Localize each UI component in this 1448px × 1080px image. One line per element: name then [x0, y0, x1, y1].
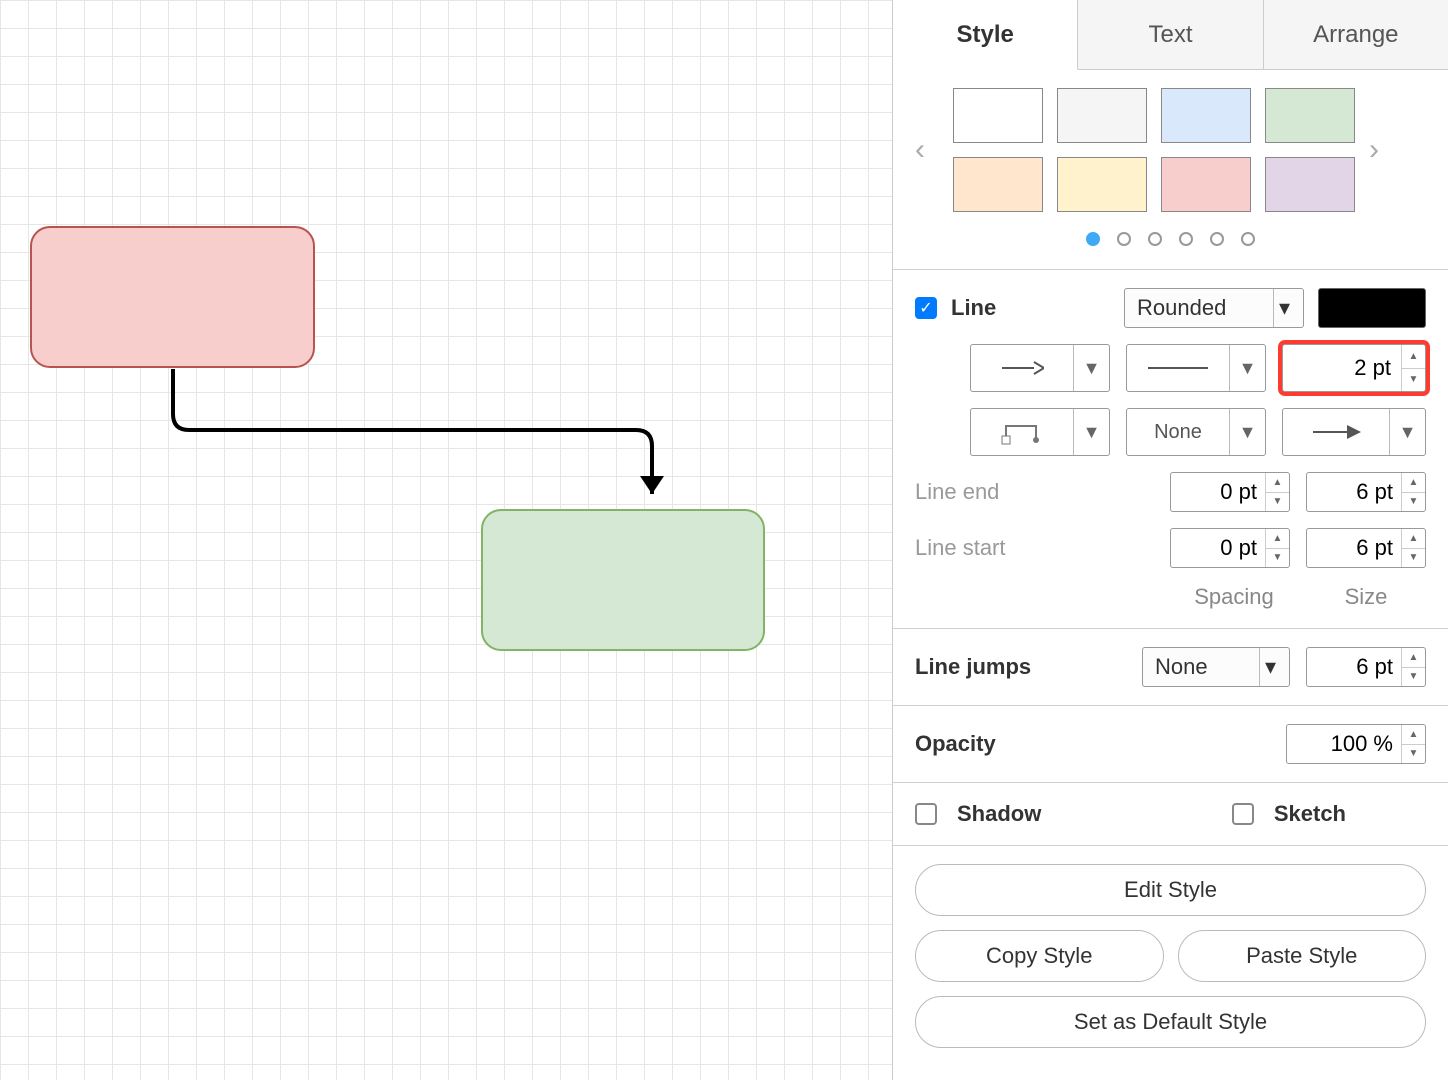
paste-style-button[interactable]: Paste Style — [1178, 930, 1427, 982]
palette-dot[interactable] — [1117, 232, 1131, 246]
palette-page-dots — [915, 230, 1426, 251]
sketch-checkbox[interactable] — [1232, 803, 1254, 825]
swatch-blue[interactable] — [1161, 88, 1251, 143]
palette-dot[interactable] — [1241, 232, 1255, 246]
line-start-spacing-input[interactable]: ▲▼ — [1170, 528, 1290, 568]
step-down-icon[interactable]: ▼ — [1402, 369, 1425, 392]
line-jumps-size-input[interactable]: ▲▼ — [1306, 647, 1426, 687]
swatch-orange[interactable] — [953, 157, 1043, 212]
waypoint-orthogonal-icon — [971, 409, 1073, 455]
line-width-input[interactable]: ▲ ▼ — [1282, 344, 1426, 392]
swatch-red[interactable] — [1161, 157, 1251, 212]
arrow-end-icon — [1283, 409, 1389, 455]
line-end-size-input[interactable]: ▲▼ — [1306, 472, 1426, 512]
palette-dot[interactable] — [1210, 232, 1224, 246]
step-up-icon[interactable]: ▲ — [1266, 473, 1289, 493]
opacity-section: Opacity ▲▼ — [893, 706, 1448, 783]
swatch-green[interactable] — [1265, 88, 1355, 143]
step-down-icon[interactable]: ▼ — [1266, 493, 1289, 512]
palette-dot[interactable] — [1086, 232, 1100, 246]
step-up-icon[interactable]: ▲ — [1402, 648, 1425, 668]
format-sidebar: Style Text Arrange ‹ › — [892, 0, 1448, 1080]
line-jumps-value: None — [1155, 654, 1208, 680]
chevron-down-icon: ▼ — [1229, 345, 1265, 391]
line-color-picker[interactable] — [1318, 288, 1426, 328]
connection-style-combo[interactable]: ▼ — [970, 344, 1110, 392]
line-style-value: Rounded — [1137, 295, 1226, 321]
swatch-purple[interactable] — [1265, 157, 1355, 212]
sketch-label: Sketch — [1274, 801, 1346, 827]
edit-style-button[interactable]: Edit Style — [915, 864, 1426, 916]
line-start-label: Line start — [915, 535, 1154, 561]
line-jumps-size-value[interactable] — [1307, 648, 1401, 686]
step-up-icon[interactable]: ▲ — [1266, 529, 1289, 549]
swatch-gray[interactable] — [1057, 88, 1147, 143]
palette-next-icon[interactable]: › — [1369, 133, 1393, 167]
palette-prev-icon[interactable]: ‹ — [915, 133, 939, 167]
step-down-icon[interactable]: ▼ — [1266, 549, 1289, 568]
line-pattern-combo[interactable]: ▼ — [1126, 344, 1266, 392]
line-style-select[interactable]: Rounded ▾ — [1124, 288, 1304, 328]
opacity-value[interactable] — [1287, 725, 1401, 763]
fill-palette-section: ‹ › — [893, 70, 1448, 270]
line-solid-icon — [1127, 345, 1229, 391]
shape-red-rounded-rect[interactable] — [30, 226, 315, 368]
line-jumps-select[interactable]: None ▾ — [1142, 647, 1290, 687]
tab-style[interactable]: Style — [893, 0, 1078, 70]
tab-text[interactable]: Text — [1078, 0, 1263, 69]
spacing-header: Spacing — [1174, 584, 1294, 610]
line-end-spacing-input[interactable]: ▲▼ — [1170, 472, 1290, 512]
waypoint-style-combo[interactable]: ▼ — [970, 408, 1110, 456]
sidebar-tabs: Style Text Arrange — [893, 0, 1448, 70]
palette-dot[interactable] — [1179, 232, 1193, 246]
step-down-icon[interactable]: ▼ — [1402, 668, 1425, 687]
step-down-icon[interactable]: ▼ — [1402, 745, 1425, 764]
line-end-label: Line end — [915, 479, 1154, 505]
connector-arrow[interactable] — [169, 366, 669, 546]
step-down-icon[interactable]: ▼ — [1402, 493, 1425, 512]
chevron-down-icon: ▼ — [1073, 345, 1109, 391]
palette-dot[interactable] — [1148, 232, 1162, 246]
canvas[interactable] — [0, 0, 892, 1080]
line-jumps-label: Line jumps — [915, 654, 1126, 680]
step-up-icon[interactable]: ▲ — [1402, 473, 1425, 493]
palette-grid — [953, 88, 1355, 212]
line-start-marker-combo[interactable]: None ▼ — [1126, 408, 1266, 456]
line-end-spacing-value[interactable] — [1171, 473, 1265, 511]
line-start-size-input[interactable]: ▲▼ — [1306, 528, 1426, 568]
tab-arrange[interactable]: Arrange — [1264, 0, 1448, 69]
step-up-icon[interactable]: ▲ — [1402, 529, 1425, 549]
step-up-icon[interactable]: ▲ — [1402, 725, 1425, 745]
step-up-icon[interactable]: ▲ — [1402, 345, 1425, 369]
size-header: Size — [1306, 584, 1426, 610]
line-end-marker-combo[interactable]: ▼ — [1282, 408, 1426, 456]
chevron-down-icon: ▾ — [1273, 289, 1295, 327]
line-width-value[interactable] — [1283, 345, 1401, 391]
chevron-down-icon: ▾ — [1259, 648, 1281, 686]
swatch-yellow[interactable] — [1057, 157, 1147, 212]
line-label: Line — [951, 295, 996, 321]
chevron-down-icon: ▼ — [1389, 409, 1425, 455]
line-jumps-section: Line jumps None ▾ ▲▼ — [893, 629, 1448, 706]
line-checkbox[interactable]: ✓ — [915, 297, 937, 319]
stepper-buttons: ▲ ▼ — [1401, 345, 1425, 391]
line-start-size-value[interactable] — [1307, 529, 1401, 567]
chevron-down-icon: ▼ — [1229, 409, 1265, 455]
copy-style-button[interactable]: Copy Style — [915, 930, 1164, 982]
line-start-none: None — [1127, 409, 1229, 455]
opacity-input[interactable]: ▲▼ — [1286, 724, 1426, 764]
line-end-size-value[interactable] — [1307, 473, 1401, 511]
set-default-style-button[interactable]: Set as Default Style — [915, 996, 1426, 1048]
effects-section: Shadow Sketch — [893, 783, 1448, 846]
swatch-white[interactable] — [953, 88, 1043, 143]
style-actions-section: Edit Style Copy Style Paste Style Set as… — [893, 846, 1448, 1066]
line-start-spacing-value[interactable] — [1171, 529, 1265, 567]
opacity-label: Opacity — [915, 731, 1270, 757]
step-down-icon[interactable]: ▼ — [1402, 549, 1425, 568]
shadow-checkbox[interactable] — [915, 803, 937, 825]
arrow-right-icon — [971, 345, 1073, 391]
line-section: ✓ Line Rounded ▾ ▼ ▼ — [893, 270, 1448, 629]
shadow-label: Shadow — [957, 801, 1041, 827]
chevron-down-icon: ▼ — [1073, 409, 1109, 455]
